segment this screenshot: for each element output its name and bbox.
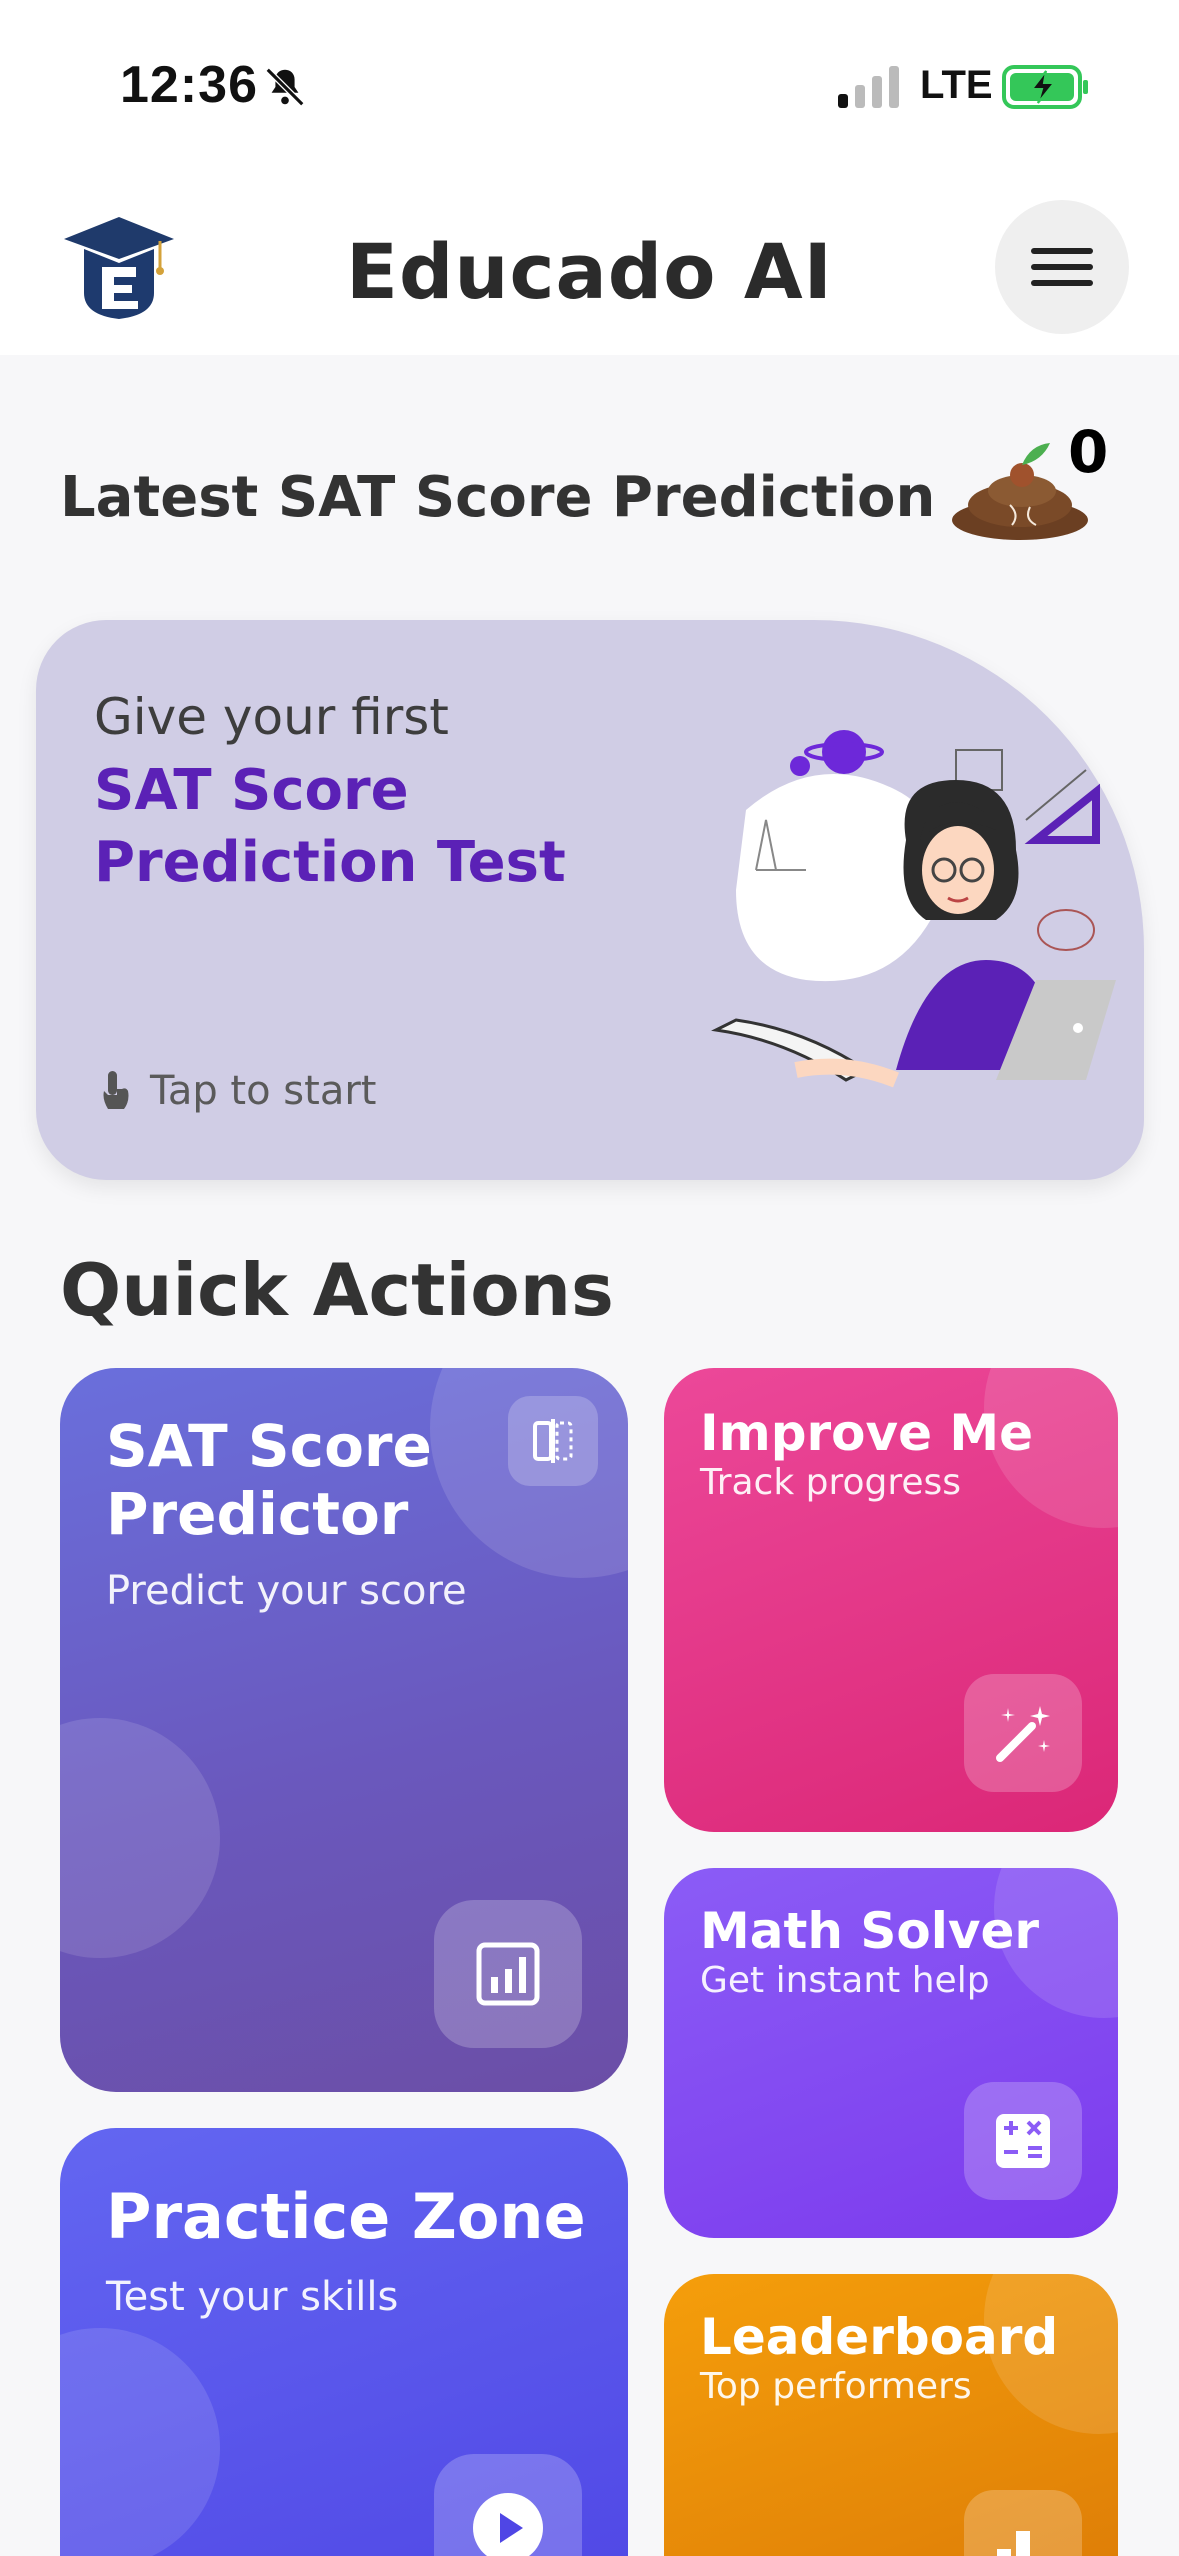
magic-wand-icon (964, 1674, 1082, 1792)
app-header: Educado AI (0, 175, 1179, 355)
signal-icon (838, 66, 899, 108)
prediction-card-line1: Give your first (94, 688, 449, 746)
student-illustration (711, 730, 1116, 1088)
tap-to-start-label: Tap to start (150, 1068, 377, 1114)
menu-button[interactable] (995, 200, 1129, 334)
practice-card-title: Practice Zone (106, 2180, 586, 2253)
improve-card-title: Improve Me (700, 1404, 1034, 1462)
math-card-title: Math Solver (700, 1902, 1040, 1960)
sat-score-predictor-card[interactable]: SAT Score Predictor Predict your score (60, 1368, 628, 2092)
play-icon (434, 2454, 582, 2556)
bar-chart-icon (434, 1900, 582, 2048)
battery-charging-icon (1002, 65, 1088, 109)
network-type: LTE (920, 63, 993, 107)
hand-tap-icon (103, 1071, 129, 1109)
streak-count: 0 (1068, 418, 1109, 486)
compare-icon[interactable] (508, 1396, 598, 1486)
bell-off-icon (265, 67, 305, 107)
practice-card-subtitle: Test your skills (106, 2274, 399, 2320)
status-time: 12:36 (120, 56, 258, 114)
sat-card-subtitle: Predict your score (106, 1568, 467, 1614)
quick-actions-title: Quick Actions (60, 1248, 614, 1332)
prediction-section-title: Latest SAT Score Prediction (60, 465, 936, 530)
math-card-subtitle: Get instant help (700, 1960, 990, 2001)
improve-me-card[interactable]: Improve Me Track progress (664, 1368, 1118, 1832)
calculator-icon (964, 2082, 1082, 2200)
podium-icon (964, 2490, 1082, 2556)
leaderboard-card-subtitle: Top performers (700, 2366, 972, 2407)
improve-card-subtitle: Track progress (700, 1462, 962, 1503)
leaderboard-card[interactable]: Leaderboard Top performers (664, 2274, 1118, 2556)
status-bar: 12:36 LTE (0, 0, 1179, 175)
leaderboard-card-title: Leaderboard (700, 2308, 1059, 2366)
sat-card-title: SAT Score Predictor (106, 1412, 432, 1548)
practice-zone-card[interactable]: Practice Zone Test your skills (60, 2128, 628, 2556)
math-solver-card[interactable]: Math Solver Get instant help (664, 1868, 1118, 2238)
tap-to-start[interactable]: Tap to start (98, 1068, 376, 1114)
hamburger-icon (1031, 243, 1093, 291)
prediction-test-card[interactable]: Give your first SAT Score Prediction Tes… (36, 620, 1144, 1180)
prediction-card-headline: SAT Score Prediction Test (94, 758, 566, 895)
